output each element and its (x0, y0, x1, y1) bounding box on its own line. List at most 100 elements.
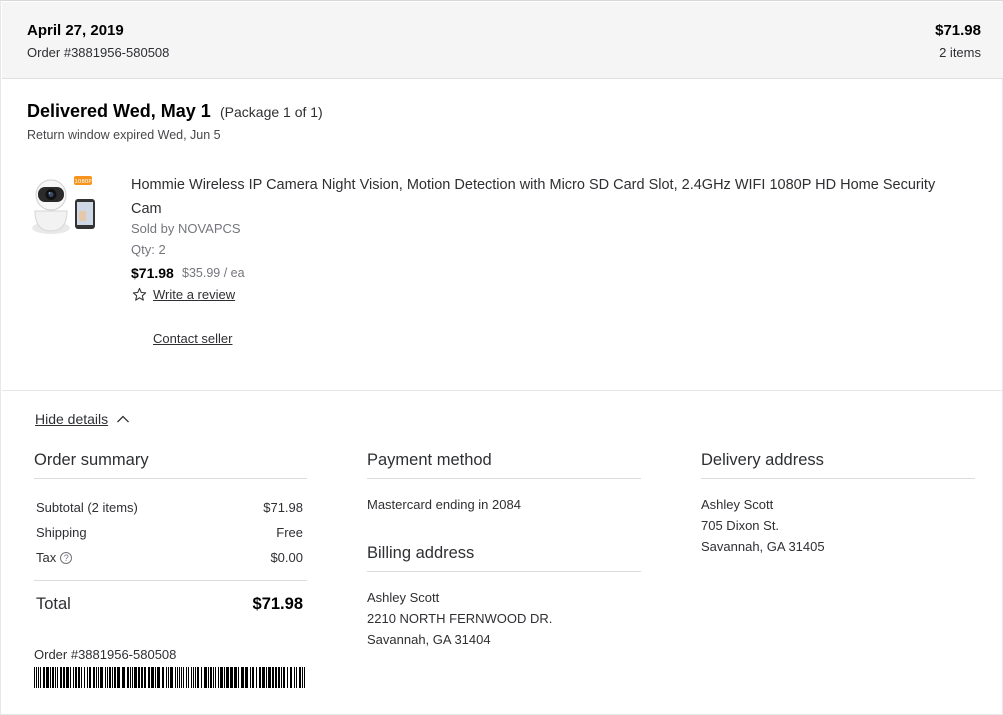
barcode-bar (109, 667, 111, 688)
subtotal-label: Subtotal (2 items) (36, 500, 138, 515)
order-number: Order #3881956-580508 (27, 45, 170, 60)
barcode-bar (287, 667, 288, 688)
payment-method-value: Mastercard ending in 2084 (367, 497, 521, 512)
barcode-bar (89, 667, 91, 688)
info-circle-icon[interactable]: ? (60, 552, 73, 564)
write-review-link[interactable]: Write a review (132, 287, 235, 302)
barcode-bar (177, 667, 178, 688)
contact-seller-link[interactable]: Contact seller (153, 331, 232, 346)
order-summary-rule (34, 478, 307, 479)
barcode-bar (100, 667, 103, 688)
product-unit-price: $35.99 / ea (182, 266, 245, 280)
barcode-bar (281, 667, 282, 688)
write-review-label[interactable]: Write a review (153, 287, 235, 302)
shipping-label: Shipping (36, 525, 87, 540)
barcode-bar (193, 667, 194, 688)
barcode-bar (127, 667, 129, 688)
product-thumbnail[interactable]: 1080P (27, 171, 99, 239)
tax-value: $0.00 (270, 550, 303, 565)
delivery-address-heading: Delivery address (701, 451, 824, 469)
barcode-bar (57, 667, 58, 688)
barcode-bar (170, 667, 173, 688)
barcode-bar (40, 667, 41, 688)
barcode-bar (63, 667, 65, 688)
total-rule (34, 580, 307, 581)
barcode-bar (112, 667, 113, 688)
delivery-name: Ashley Scott (701, 497, 774, 512)
barcode-bar (66, 667, 69, 688)
payment-method-heading: Payment method (367, 451, 492, 469)
subtotal-value: $71.98 (263, 500, 303, 515)
barcode-bar (245, 667, 248, 688)
barcode-bar (183, 667, 184, 688)
barcode-bar (256, 667, 257, 688)
barcode-bar (166, 667, 167, 688)
barcode-bar (114, 667, 116, 688)
barcode-bar (34, 667, 35, 688)
barcode-bar (262, 667, 265, 688)
barcode-bar (55, 667, 56, 688)
product-price: $71.98 (131, 265, 174, 281)
barcode-bar (241, 667, 244, 688)
barcode-bar (78, 667, 80, 688)
barcode-bar (294, 667, 295, 688)
star-outline-icon (132, 287, 147, 301)
barcode-bar (210, 667, 212, 688)
return-window: Return window expired Wed, Jun 5 (27, 128, 221, 142)
barcode-bar (73, 667, 74, 688)
barcode-bar (283, 667, 285, 688)
hide-details-label[interactable]: Hide details (35, 411, 108, 427)
order-item-count: 2 items (939, 45, 981, 60)
order-summary-heading: Order summary (34, 451, 149, 469)
barcode-bar (266, 667, 267, 688)
barcode-bar (148, 667, 150, 688)
payment-rule (367, 478, 641, 479)
barcode-bar (70, 667, 71, 688)
barcode-bar (117, 667, 120, 688)
barcode-bar (290, 667, 292, 688)
barcode-bar (168, 667, 169, 688)
chevron-up-icon[interactable] (116, 414, 130, 424)
billing-rule (367, 571, 641, 572)
order-total: $71.98 (935, 22, 981, 39)
barcode-bar (213, 667, 214, 688)
delivery-line1: 705 Dixon St. (701, 518, 780, 533)
barcode-bar (105, 667, 106, 688)
barcode-bar (122, 667, 125, 688)
product-title[interactable]: Hommie Wireless IP Camera Night Vision, … (131, 173, 951, 221)
barcode-bar (175, 667, 176, 688)
shipping-value: Free (276, 525, 303, 540)
barcode-bar (98, 667, 99, 688)
billing-address-heading: Billing address (367, 544, 475, 562)
delivery-line2: Savannah, GA 31405 (701, 539, 825, 554)
barcode-bar (50, 667, 51, 688)
barcode-bar (204, 667, 207, 688)
order-header: April 27, 2019 Order #3881956-580508 $71… (2, 2, 1003, 79)
barcode-bar (296, 667, 297, 688)
barcode-bar (81, 667, 82, 688)
barcode-bar (186, 667, 187, 688)
barcode-bar (191, 667, 192, 688)
thumb-badge: 1080P (74, 179, 92, 185)
barcode-bar (238, 667, 239, 688)
barcode-bar (134, 667, 137, 688)
barcode-bar (197, 667, 199, 688)
barcode-bar (302, 667, 303, 688)
barcode-bar (75, 667, 77, 688)
barcode-bar (132, 667, 133, 688)
product-seller: Sold by NOVAPCS (131, 221, 241, 236)
barcode-bar (188, 667, 189, 688)
barcode-bar (87, 667, 88, 688)
barcode-bar (208, 667, 209, 688)
barcode-bar (130, 667, 131, 688)
barcode-bar (52, 667, 54, 688)
barcode-bar (268, 667, 271, 688)
hide-details-toggle[interactable]: Hide details (35, 411, 130, 427)
barcode-bar (181, 667, 182, 688)
delivery-rule (701, 478, 975, 479)
barcode-bar (299, 667, 301, 688)
barcode-bar (93, 667, 95, 688)
order-date: April 27, 2019 (27, 22, 124, 39)
barcode-bar (250, 667, 251, 688)
billing-line2: Savannah, GA 31404 (367, 632, 491, 647)
